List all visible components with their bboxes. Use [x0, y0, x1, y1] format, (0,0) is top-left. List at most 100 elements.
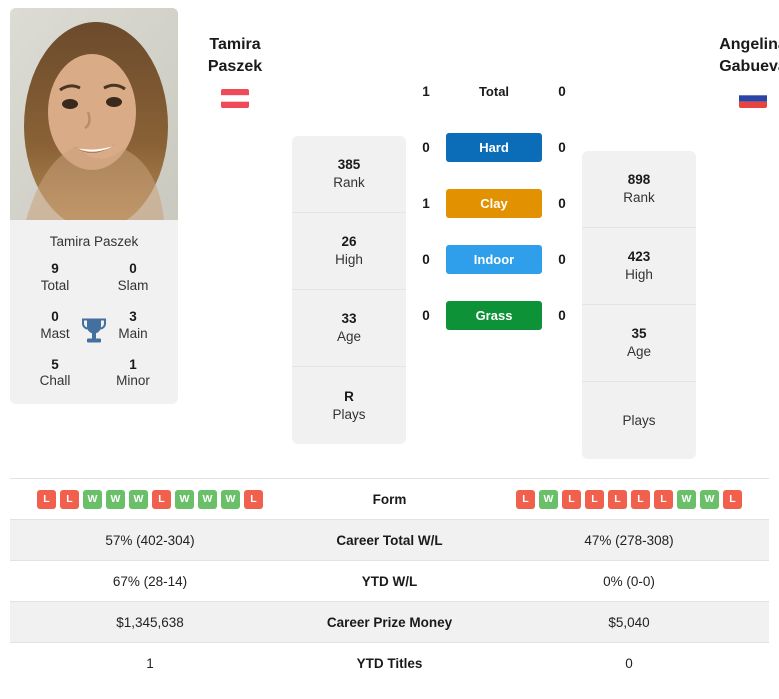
form-badge-l[interactable]: L [723, 489, 742, 509]
h2h-right-score-indoor: 0 [558, 251, 566, 267]
h2h-left-score-total: 1 [422, 83, 430, 99]
h2h-total-label: Total [478, 83, 510, 99]
form-badge-w[interactable]: W [129, 489, 148, 509]
left-plays-value: R [344, 388, 354, 404]
left-player-header: Tamira Paszek [178, 8, 292, 109]
right-form-strip: LWLLLLLWWL [489, 489, 769, 509]
form-badge-w[interactable]: W [175, 489, 194, 509]
surface-chip-hard[interactable]: Hard [446, 132, 542, 162]
right-cell-career-total-w-l: 47% (278-308) [584, 532, 674, 548]
row-label-form: Form [372, 491, 407, 507]
form-badge-w[interactable]: W [83, 489, 102, 509]
right-high-value: 423 [627, 249, 651, 265]
right-cell-career-prize-money: $5,040 [608, 614, 650, 630]
left-player-name-caption: Tamira Paszek [10, 220, 178, 261]
left-titles-grid: 9 Total 0 Slam 0 Mast 3 Main 5 Chall 1 M… [10, 261, 178, 404]
h2h-left-score-hard: 0 [422, 139, 430, 155]
h2h-right-score-hard: 0 [558, 139, 566, 155]
left-rank-cell: 385 Rank [292, 136, 406, 213]
left-cell-ytd-titles: 1 [146, 655, 154, 671]
h2h-row-indoor: 0 Indoor 0 [406, 231, 582, 287]
right-age-cell: 35 Age [582, 305, 696, 382]
surface-chip-clay[interactable]: Clay [446, 188, 542, 218]
right-high-cell: 423 High [582, 228, 696, 305]
left-titles-minor-label: Minor [116, 373, 150, 389]
left-titles-mast-value: 0 [51, 308, 59, 324]
form-badge-l[interactable]: L [244, 489, 263, 509]
left-titles-minor-value: 1 [129, 356, 137, 372]
left-rank-value: 385 [337, 157, 361, 173]
left-player-first-name: Tamira [209, 36, 261, 53]
right-rank-cell: 898 Rank [582, 151, 696, 228]
form-badge-w[interactable]: W [106, 489, 125, 509]
left-titles-mast-label: Mast [40, 325, 70, 341]
comparison-header: Tamira Paszek 9 Total 0 Slam 0 Mast 3 Ma… [0, 0, 779, 470]
right-plays-label: Plays [622, 412, 656, 428]
form-badge-l[interactable]: L [516, 489, 535, 509]
form-badge-l[interactable]: L [608, 489, 627, 509]
left-high-label: High [335, 252, 363, 267]
russia-flag-icon [739, 89, 767, 109]
left-titles-total-value: 9 [51, 261, 59, 276]
comparison-stats-table: L L W W W L W W W L Form L W L L L L L W W L 57% (402-304) Car… [10, 478, 769, 684]
head-to-head-column: 1 Total 0 0 Hard 0 1 Clay 0 0 Indoor 0 0 Grass 0 [406, 8, 582, 343]
left-age-cell: 33 Age [292, 290, 406, 367]
left-titles-total-label: Total [40, 277, 70, 293]
right-cell-ytd-w-l: 0% (0-0) [603, 573, 655, 589]
left-titles-chall-value: 5 [51, 356, 59, 372]
left-rank-card: 385 Rank 26 High 33 Age R Plays [292, 136, 406, 444]
form-badge-w[interactable]: W [539, 489, 558, 509]
stats-table-body: L L W W W L W W W L Form L W L L L L L W W L 57% (402-304) Car… [10, 478, 769, 684]
left-cell-ytd-w-l: 67% (28-14) [112, 573, 188, 589]
form-badge-l[interactable]: L [562, 489, 581, 509]
left-titles-main-label: Main [118, 325, 148, 341]
left-plays-label: Plays [332, 406, 366, 422]
row-label-ytd-w-l: YTD W/L [361, 573, 418, 589]
form-badge-w[interactable]: W [221, 489, 240, 509]
left-rank-label: Rank [333, 175, 365, 190]
h2h-right-score-clay: 0 [558, 195, 566, 211]
row-label-career-total-w-l: Career Total W/L [336, 532, 443, 548]
form-badge-l[interactable]: L [585, 489, 604, 509]
right-rank-value: 898 [627, 172, 651, 188]
left-cell-career-prize-money: $1,345,638 [116, 614, 184, 630]
right-player-last-name: Gabueva [719, 57, 779, 75]
left-player-photo [10, 8, 178, 220]
left-high-value: 26 [341, 234, 357, 250]
left-titles-chall: 5 Chall [16, 357, 94, 391]
form-badge-l[interactable]: L [152, 489, 171, 509]
left-titles-mast: 0 Mast [16, 309, 94, 343]
surface-chip-indoor[interactable]: Indoor [446, 244, 542, 274]
right-player-header: Angelina Gabueva [696, 8, 779, 109]
right-cell-ytd-titles: 0 [625, 655, 633, 671]
form-badge-w[interactable]: W [700, 489, 719, 509]
table-row: $1,345,638 Career Prize Money $5,040 [10, 601, 769, 643]
left-titles-total: 9 Total [16, 261, 94, 295]
form-badge-w[interactable]: W [677, 489, 696, 509]
h2h-left-score-indoor: 0 [422, 251, 430, 267]
form-badge-w[interactable]: W [198, 489, 217, 509]
form-badge-l[interactable]: L [37, 489, 56, 509]
left-titles-main-value: 3 [129, 308, 137, 324]
left-titles-main: 3 Main [94, 309, 172, 343]
left-player-last-name: Paszek [207, 57, 263, 75]
h2h-right-score-grass: 0 [558, 307, 566, 323]
left-player-panel[interactable]: Tamira Paszek 9 Total 0 Slam 0 Mast 3 Ma… [10, 8, 178, 405]
surface-chip-grass[interactable]: Grass [446, 300, 542, 330]
left-titles-slam-value: 0 [129, 261, 137, 276]
h2h-row-total: 1 Total 0 [406, 63, 582, 119]
left-form-strip: LLWWWLWWWL [10, 489, 290, 509]
form-badge-l[interactable]: L [60, 489, 79, 509]
left-titles-chall-label: Chall [39, 373, 71, 389]
left-titles-slam-label: Slam [117, 277, 149, 293]
row-label-ytd-titles: YTD Titles [356, 655, 423, 671]
table-row: 67% (28-14) YTD W/L 0% (0-0) [10, 560, 769, 602]
player-comparison-page: Tamira Paszek 9 Total 0 Slam 0 Mast 3 Ma… [0, 0, 779, 699]
left-cell-form: LLWWWLWWWL [10, 479, 290, 520]
right-player-first-name: Angelina [719, 36, 779, 53]
right-age-value: 35 [631, 326, 647, 342]
left-titles-minor: 1 Minor [94, 357, 172, 391]
form-badge-l[interactable]: L [654, 489, 673, 509]
left-cell-career-total-w-l: 57% (402-304) [105, 532, 195, 548]
form-badge-l[interactable]: L [631, 489, 650, 509]
